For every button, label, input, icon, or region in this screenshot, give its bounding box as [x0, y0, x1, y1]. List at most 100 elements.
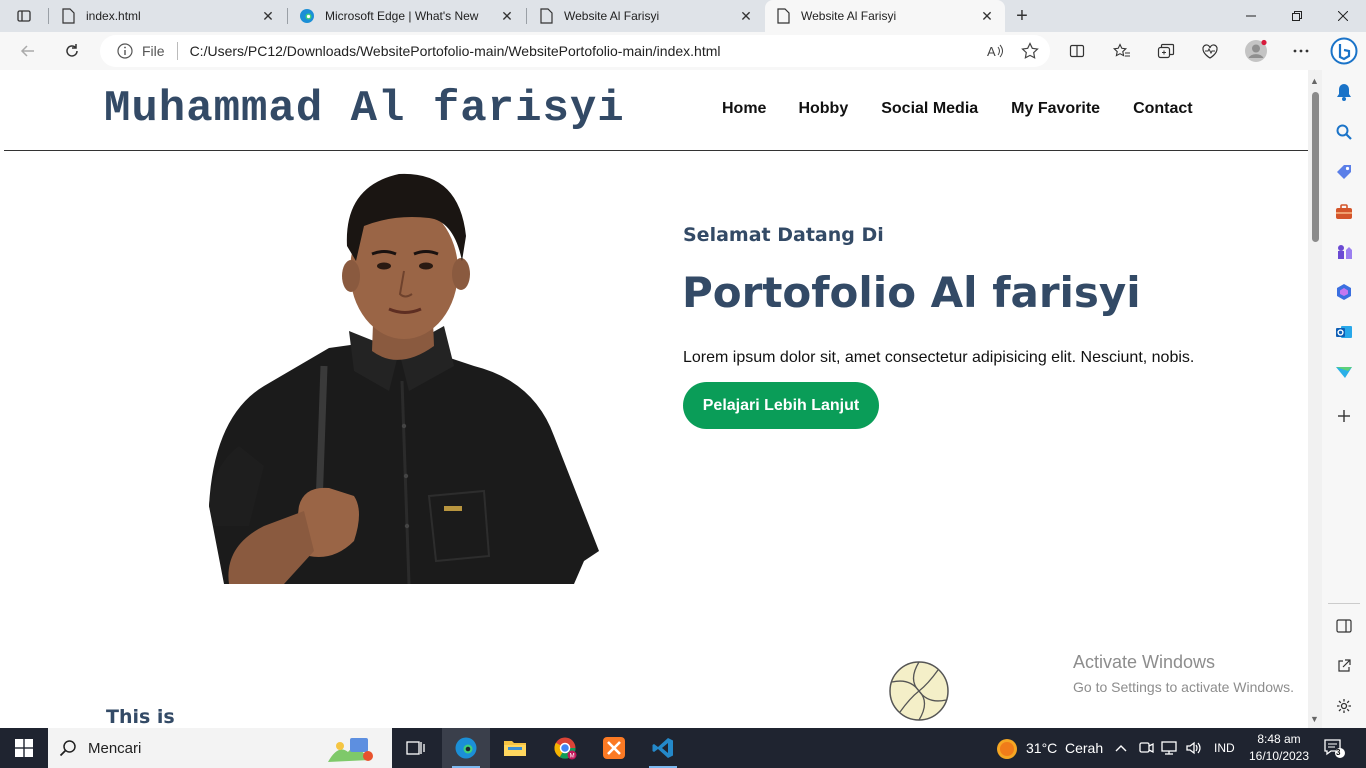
chevron-up-icon[interactable] — [1114, 728, 1128, 768]
notification-bell-icon[interactable] — [1334, 82, 1354, 102]
scroll-thumb[interactable] — [1312, 92, 1319, 242]
task-view-icon[interactable] — [392, 728, 440, 768]
windows-taskbar: Mencari M 31°C Cerah IND 8:48 am 16/10/2… — [0, 728, 1366, 768]
weather-description[interactable]: Cerah — [1065, 728, 1103, 768]
hero-portrait-image — [209, 173, 599, 584]
close-window-button[interactable] — [1320, 0, 1366, 32]
add-icon[interactable] — [1334, 406, 1354, 426]
activate-windows-watermark: Activate Windows Go to Settings to activ… — [1073, 652, 1294, 695]
nav-my-favorite[interactable]: My Favorite — [1011, 100, 1100, 118]
tab-edge-whats-new[interactable]: Microsoft Edge | What's New ✕ — [289, 0, 525, 32]
nav-social-media[interactable]: Social Media — [881, 100, 978, 118]
browser-tab-bar: index.html ✕ Microsoft Edge | What's New… — [0, 0, 1366, 32]
volume-icon[interactable] — [1185, 728, 1203, 768]
external-link-icon[interactable] — [1334, 656, 1354, 676]
nav-contact[interactable]: Contact — [1133, 100, 1193, 118]
page-scrollbar[interactable]: ▲ ▼ — [1308, 70, 1322, 728]
clock-date: 16/10/2023 — [1248, 749, 1310, 763]
xampp-icon[interactable] — [590, 728, 638, 768]
close-icon[interactable]: ✕ — [975, 4, 999, 28]
microsoft-365-icon[interactable] — [1334, 282, 1354, 302]
edge-icon — [299, 8, 315, 24]
tools-briefcase-icon[interactable] — [1334, 202, 1354, 222]
close-icon[interactable]: ✕ — [495, 4, 519, 28]
read-aloud-icon[interactable]: A — [982, 37, 1010, 65]
notification-count: 3 — [1336, 748, 1341, 757]
tab-index-html[interactable]: index.html ✕ — [50, 0, 286, 32]
search-icon — [48, 739, 88, 757]
site-nav: Home Hobby Social Media My Favorite Cont… — [722, 100, 1193, 118]
outlook-icon[interactable] — [1334, 322, 1354, 342]
tab-separator — [526, 8, 527, 24]
tab-separator — [287, 8, 288, 24]
tab-website-al-farisyi[interactable]: Website Al Farisyi ✕ — [528, 0, 764, 32]
notification-center-icon[interactable]: 3 — [1322, 736, 1346, 760]
more-options-icon[interactable] — [1287, 37, 1315, 65]
restore-button[interactable] — [1274, 0, 1320, 32]
close-icon[interactable]: ✕ — [256, 4, 280, 28]
search-placeholder: Mencari — [88, 739, 142, 757]
page-icon — [60, 8, 76, 24]
settings-gear-icon[interactable] — [1334, 696, 1354, 716]
network-icon[interactable] — [1161, 728, 1177, 768]
tab-website-al-farisyi-active[interactable]: Website Al Farisyi ✕ — [765, 0, 1005, 32]
scroll-up-icon[interactable]: ▲ — [1310, 76, 1319, 86]
chrome-icon[interactable]: M — [541, 728, 589, 768]
copilot-icon[interactable] — [1328, 35, 1360, 67]
clock-time: 8:48 am — [1257, 732, 1301, 746]
volleyball-icon — [889, 661, 949, 721]
input-language[interactable]: IND — [1214, 728, 1235, 768]
section-heading: This is — [106, 706, 175, 728]
favorite-star-icon[interactable] — [1016, 37, 1044, 65]
weather-sun-icon[interactable] — [996, 738, 1018, 765]
edge-sidebar — [1322, 70, 1366, 728]
nav-hobby[interactable]: Hobby — [798, 100, 848, 118]
site-logo[interactable]: Muhammad Al farisyi — [104, 84, 625, 134]
weather-temperature[interactable]: 31°C — [1026, 728, 1057, 768]
windows-start-icon[interactable] — [0, 728, 48, 768]
drop-icon[interactable] — [1334, 362, 1354, 382]
vscode-icon[interactable] — [639, 728, 687, 768]
taskbar-clock[interactable]: 8:48 am 16/10/2023 — [1242, 731, 1316, 765]
browser-toolbar: File C:/Users/PC12/Downloads/WebsitePort… — [0, 32, 1366, 70]
page-viewport: Muhammad Al farisyi Home Hobby Social Me… — [4, 70, 1322, 728]
hide-sidebar-icon[interactable] — [1334, 616, 1354, 636]
tab-title: index.html — [86, 9, 141, 23]
browser-essentials-icon[interactable] — [1196, 37, 1224, 65]
site-header: Muhammad Al farisyi Home Hobby Social Me… — [4, 70, 1308, 151]
search-highlight-icon — [326, 734, 376, 768]
info-icon[interactable] — [116, 42, 134, 60]
tab-title: Website Al Farisyi — [801, 9, 897, 23]
scroll-down-icon[interactable]: ▼ — [1310, 714, 1319, 724]
file-explorer-icon[interactable] — [491, 728, 539, 768]
watermark-line1: Activate Windows — [1073, 652, 1216, 672]
games-icon[interactable] — [1334, 242, 1354, 262]
tab-title: Website Al Farisyi — [564, 9, 660, 23]
nav-home[interactable]: Home — [722, 100, 766, 118]
refresh-button[interactable] — [58, 37, 86, 65]
split-screen-icon[interactable] — [1063, 37, 1091, 65]
minimize-button[interactable] — [1228, 0, 1274, 32]
close-icon[interactable]: ✕ — [734, 4, 758, 28]
page-icon — [775, 8, 791, 24]
edge-taskbar-icon[interactable] — [442, 728, 490, 768]
shopping-tag-icon[interactable] — [1334, 162, 1354, 182]
sidebar-divider — [1328, 603, 1360, 604]
tab-actions-icon[interactable] — [8, 4, 40, 28]
meet-now-icon[interactable] — [1138, 728, 1154, 768]
divider — [176, 42, 178, 60]
new-tab-button[interactable]: + — [1010, 4, 1034, 28]
back-button[interactable] — [14, 37, 42, 65]
url-text[interactable]: C:/Users/PC12/Downloads/WebsitePortofoli… — [190, 43, 982, 59]
profile-avatar[interactable] — [1242, 37, 1270, 65]
learn-more-button[interactable]: Pelajari Lebih Lanjut — [683, 382, 879, 429]
svg-text:A: A — [987, 44, 996, 59]
hero-title: Portofolio Al farisyi — [682, 268, 1141, 317]
search-icon[interactable] — [1334, 122, 1354, 142]
hero-welcome-text: Selamat Datang Di — [683, 224, 884, 246]
favorites-icon[interactable] — [1108, 37, 1136, 65]
svg-text:M: M — [570, 754, 575, 760]
taskbar-search-input[interactable]: Mencari — [48, 728, 392, 768]
collections-icon[interactable] — [1152, 37, 1180, 65]
address-bar[interactable]: File C:/Users/PC12/Downloads/WebsitePort… — [100, 35, 1050, 67]
